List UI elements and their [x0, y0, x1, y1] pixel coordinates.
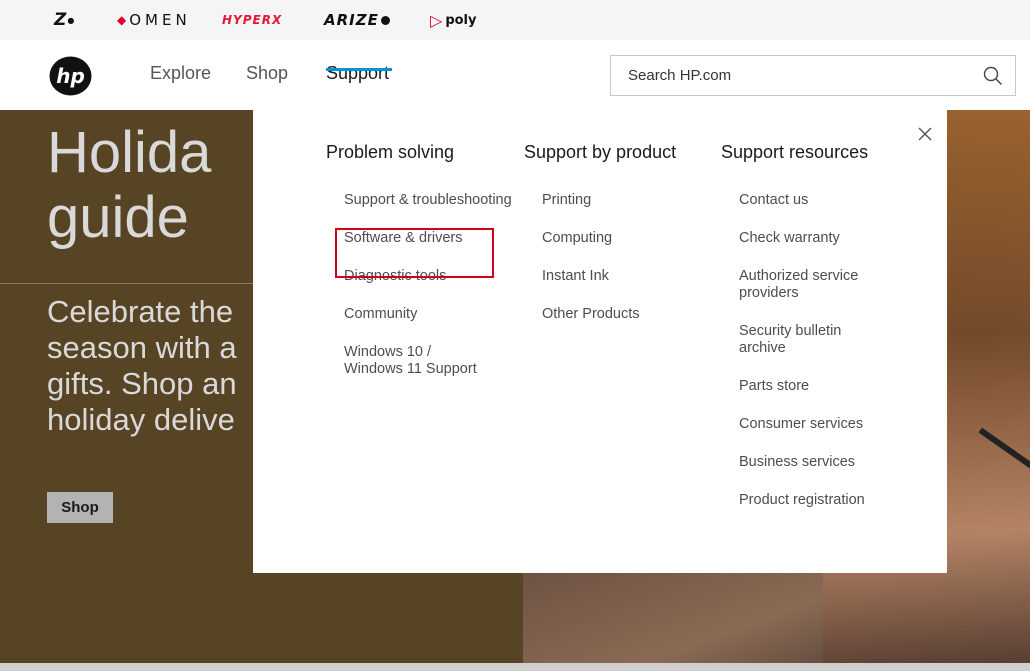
support-by-product-title: Support by product [524, 142, 677, 162]
link-support-troubleshooting[interactable]: Support & troubleshooting [344, 192, 514, 209]
hyperx-brand-link[interactable]: HYPERX [222, 0, 282, 40]
support-resources-links: Contact us Check warranty Authorized ser… [739, 192, 909, 530]
z-brand-link[interactable]: Z ● [54, 0, 74, 40]
brand-strip: Z ● ◆ OMEN HYPERX ARIZE ▷ poly [0, 0, 1030, 40]
poly-logo-icon: ▷ [430, 10, 443, 30]
link-parts-store[interactable]: Parts store [739, 378, 909, 395]
problem-solving-links: Support & troubleshooting Software & dri… [344, 192, 514, 399]
link-security-bulletin-archive[interactable]: Security bulletin archive [739, 323, 869, 357]
link-business-services[interactable]: Business services [739, 454, 909, 471]
search-icon[interactable] [983, 66, 1003, 86]
z-brand-label: Z [54, 10, 67, 30]
problem-solving-column: Problem solving Support & troubleshootin… [326, 140, 512, 377]
hyperx-brand-label: HYPERX [222, 13, 283, 27]
link-instant-ink[interactable]: Instant Ink [542, 268, 712, 285]
support-by-product-column: Support by product Printing Computing In… [524, 140, 677, 322]
link-community[interactable]: Community [344, 306, 514, 323]
nav-shop[interactable]: Shop [246, 63, 288, 84]
hero-subtitle-line: gifts. Shop an [47, 366, 237, 401]
hero-subtitle-line: season with a [47, 330, 237, 365]
link-product-registration[interactable]: Product registration [739, 492, 909, 509]
arize-brand-link[interactable]: ARIZE [324, 0, 390, 40]
hero-title-line: guide [47, 185, 189, 250]
link-consumer-services[interactable]: Consumer services [739, 416, 909, 433]
nav-active-underline [326, 68, 392, 71]
poly-brand-link[interactable]: ▷ poly [430, 0, 476, 40]
problem-solving-title: Problem solving [326, 142, 455, 162]
omen-diamond-icon: ◆ [117, 13, 127, 27]
hp-logo-icon: hp [49, 56, 92, 96]
svg-text:hp: hp [56, 64, 85, 88]
link-windows-support[interactable]: Windows 10 / Windows 11 Support [344, 344, 484, 378]
bottom-bar [0, 663, 1030, 671]
poly-brand-label: poly [445, 12, 477, 28]
main-header: hp Explore Shop Support [0, 40, 1030, 110]
link-printing[interactable]: Printing [542, 192, 712, 209]
support-resources-column: Support resources Contact us Check warra… [721, 140, 869, 508]
omen-brand-label: OMEN [129, 11, 191, 29]
highlight-box [335, 228, 494, 278]
hp-dot-icon [380, 15, 390, 25]
hero-title: Holida guide [47, 120, 211, 250]
search-input[interactable] [611, 56, 971, 95]
hero-subtitle-line: holiday delive [47, 402, 235, 437]
close-icon[interactable] [917, 126, 933, 142]
link-contact-us[interactable]: Contact us [739, 192, 909, 209]
search-box [610, 55, 1016, 96]
nav-support[interactable]: Support [326, 63, 389, 84]
hp-mini-icon: ● [67, 15, 75, 25]
hero-title-line: Holida [47, 120, 212, 185]
support-resources-title: Support resources [721, 142, 869, 162]
link-computing[interactable]: Computing [542, 230, 712, 247]
hero-divider [0, 283, 253, 284]
link-authorized-service-providers[interactable]: Authorized service providers [739, 268, 879, 302]
nav-explore[interactable]: Explore [150, 63, 211, 84]
arize-brand-label: ARIZE [324, 11, 379, 29]
link-check-warranty[interactable]: Check warranty [739, 230, 909, 247]
hero-shop-button[interactable]: Shop [47, 492, 113, 523]
omen-brand-link[interactable]: ◆ OMEN [117, 0, 191, 40]
hero-subtitle: Celebrate the season with a gifts. Shop … [47, 294, 237, 438]
hero-subtitle-line: Celebrate the [47, 294, 234, 329]
link-other-products[interactable]: Other Products [542, 306, 712, 323]
support-by-product-links: Printing Computing Instant Ink Other Pro… [542, 192, 712, 344]
